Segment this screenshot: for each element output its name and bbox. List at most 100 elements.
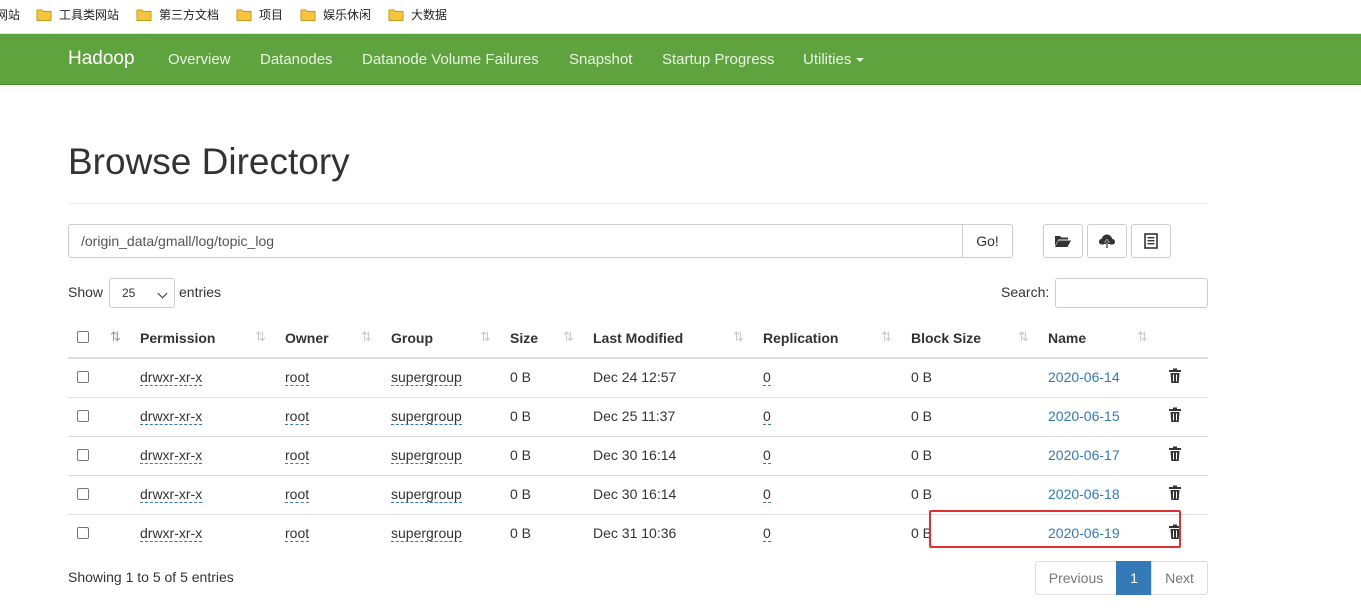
folder-icon (300, 9, 316, 21)
show-label: Show (68, 284, 104, 300)
row-checkbox[interactable] (77, 410, 89, 422)
nav-utilities-label: Utilities (803, 51, 852, 68)
column-header-owner[interactable]: Owner (285, 330, 329, 346)
owner-cell[interactable]: root (285, 447, 310, 464)
nav-startup-progress[interactable]: Startup Progress (662, 51, 775, 68)
directory-path-input[interactable] (68, 224, 963, 258)
nav-snapshot[interactable]: Snapshot (569, 51, 632, 68)
highlight-annotation-box (929, 510, 1181, 548)
row-checkbox[interactable] (77, 488, 89, 500)
bookmark-item[interactable]: 娱乐休闲 (300, 6, 371, 23)
group-cell[interactable]: supergroup (391, 447, 462, 464)
bookmark-item[interactable]: 工具类网站 (36, 6, 119, 23)
column-header-name[interactable]: Name (1048, 330, 1086, 346)
column-header-permission[interactable]: Permission (140, 330, 215, 346)
nav-datanodes[interactable]: Datanodes (260, 51, 333, 68)
replication-cell[interactable]: 0 (763, 447, 771, 464)
pagination-previous-button[interactable]: Previous (1035, 561, 1117, 595)
row-checkbox[interactable] (77, 527, 89, 539)
column-header-replication[interactable]: Replication (763, 330, 838, 346)
entries-per-page-select[interactable]: 25 (109, 278, 175, 308)
permission-cell[interactable]: drwxr-xr-x (140, 447, 203, 464)
cloud-upload-icon (1099, 234, 1115, 248)
permission-cell[interactable]: drwxr-xr-x (140, 408, 203, 425)
navbar-brand[interactable]: Hadoop (68, 48, 135, 70)
bookmark-item[interactable]: 网站 (0, 6, 20, 23)
bookmark-label: 工具类网站 (59, 8, 120, 22)
group-cell[interactable]: supergroup (391, 369, 462, 386)
row-checkbox[interactable] (77, 371, 89, 383)
group-cell[interactable]: supergroup (391, 408, 462, 425)
sort-icon[interactable]: ⇅ (881, 329, 892, 345)
owner-cell[interactable]: root (285, 486, 310, 503)
sort-icon[interactable]: ⇅ (563, 329, 574, 345)
name-link[interactable]: 2020-06-15 (1048, 408, 1120, 424)
group-cell[interactable]: supergroup (391, 486, 462, 503)
block-size-cell: 0 B (911, 447, 933, 463)
chevron-down-icon (157, 288, 168, 299)
create-directory-button[interactable] (1043, 224, 1083, 258)
bookmark-item[interactable]: 项目 (236, 6, 283, 23)
select-all-checkbox[interactable] (77, 331, 89, 343)
size-cell: 0 B (510, 447, 532, 463)
last-modified-cell: Dec 31 10:36 (593, 525, 677, 541)
name-link[interactable]: 2020-06-14 (1048, 369, 1120, 385)
permission-cell[interactable]: drwxr-xr-x (140, 369, 203, 386)
sort-icon[interactable]: ⇅ (1137, 329, 1148, 345)
size-cell: 0 B (510, 408, 532, 424)
go-button[interactable]: Go! (962, 224, 1013, 258)
search-input[interactable] (1055, 278, 1208, 308)
trash-icon[interactable] (1168, 368, 1182, 384)
name-link[interactable]: 2020-06-17 (1048, 447, 1120, 463)
pagination-next-button[interactable]: Next (1151, 561, 1208, 595)
upload-files-button[interactable] (1087, 224, 1127, 258)
showing-entries-info: Showing 1 to 5 of 5 entries (68, 569, 234, 585)
table-header-divider (68, 357, 1208, 359)
permission-cell[interactable]: drwxr-xr-x (140, 486, 203, 503)
last-modified-cell: Dec 24 12:57 (593, 369, 677, 385)
bookmark-item[interactable]: 大数据 (388, 6, 447, 23)
trash-icon[interactable] (1168, 407, 1182, 423)
replication-cell[interactable]: 0 (763, 525, 771, 542)
last-modified-cell: Dec 30 16:14 (593, 486, 677, 502)
name-link[interactable]: 2020-06-18 (1048, 486, 1120, 502)
owner-cell[interactable]: root (285, 369, 310, 386)
trash-icon[interactable] (1168, 446, 1182, 462)
owner-cell[interactable]: root (285, 408, 310, 425)
replication-cell[interactable]: 0 (763, 486, 771, 503)
size-cell: 0 B (510, 486, 532, 502)
trash-icon[interactable] (1168, 485, 1182, 501)
column-header-group[interactable]: Group (391, 330, 433, 346)
folder-icon (388, 9, 404, 21)
navbar: Hadoop Overview Datanodes Datanode Volum… (0, 34, 1361, 85)
row-checkbox[interactable] (77, 449, 89, 461)
block-size-cell: 0 B (911, 486, 933, 502)
block-size-cell: 0 B (911, 369, 933, 385)
nav-overview[interactable]: Overview (168, 51, 231, 68)
row-divider (68, 436, 1208, 437)
column-header-size[interactable]: Size (510, 330, 538, 346)
sort-icon[interactable]: ⇅ (255, 329, 266, 345)
last-modified-cell: Dec 25 11:37 (593, 408, 676, 424)
caret-down-icon (856, 58, 865, 63)
nav-datanode-volume-failures[interactable]: Datanode Volume Failures (362, 51, 539, 68)
replication-cell[interactable]: 0 (763, 408, 771, 425)
sort-icon[interactable]: ⇅ (110, 329, 121, 345)
sort-icon[interactable]: ⇅ (733, 329, 744, 345)
pagination-page-1[interactable]: 1 (1116, 561, 1152, 595)
permission-cell[interactable]: drwxr-xr-x (140, 525, 203, 542)
column-header-block-size[interactable]: Block Size (911, 330, 981, 346)
replication-cell[interactable]: 0 (763, 369, 771, 386)
owner-cell[interactable]: root (285, 525, 310, 542)
sort-icon[interactable]: ⇅ (480, 329, 491, 345)
column-header-last-modified[interactable]: Last Modified (593, 330, 683, 346)
group-cell[interactable]: supergroup (391, 525, 462, 542)
nav-utilities[interactable]: Utilities (803, 51, 865, 68)
sort-icon[interactable]: ⇅ (1018, 329, 1029, 345)
page-title: Browse Directory (68, 141, 350, 182)
block-size-cell: 0 B (911, 408, 933, 424)
sort-icon[interactable]: ⇅ (361, 329, 372, 345)
cut-paste-button[interactable] (1131, 224, 1171, 258)
folder-open-icon (1055, 236, 1071, 247)
bookmark-item[interactable]: 第三方文档 (136, 6, 219, 23)
